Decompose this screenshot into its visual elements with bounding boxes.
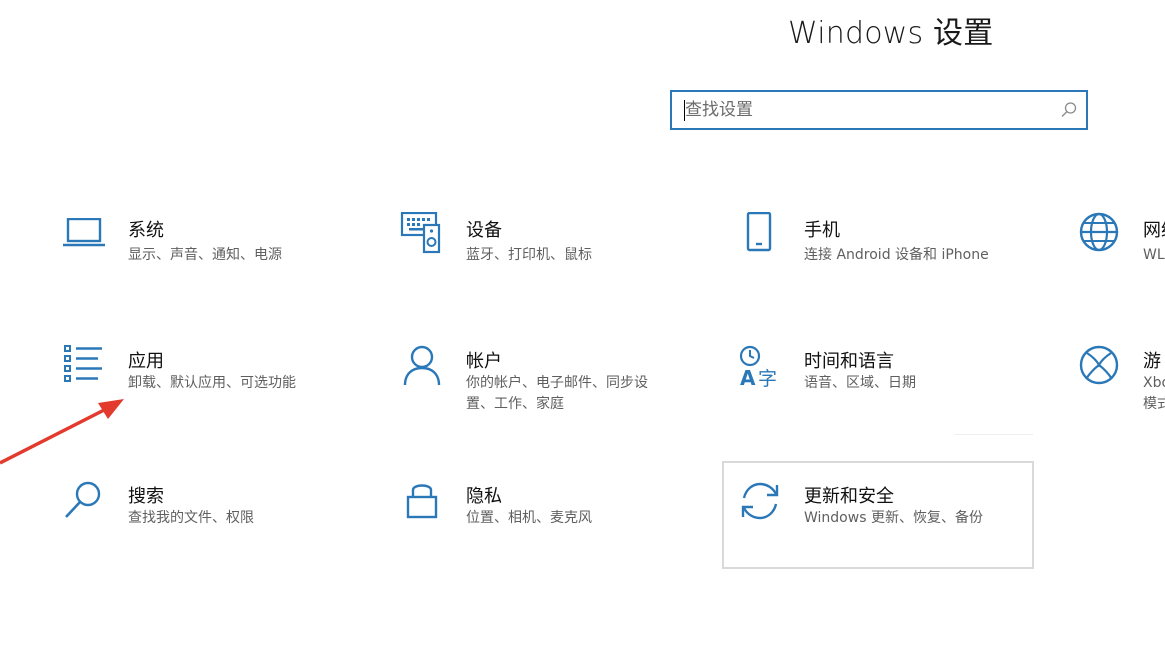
svg-text:字: 字 xyxy=(758,368,777,389)
search-magnifier-icon xyxy=(65,481,101,518)
tile-title: 网络 xyxy=(1143,220,1165,241)
tile-description: Xbo模式 xyxy=(1143,375,1165,412)
search-box[interactable] xyxy=(670,90,1088,130)
person-icon xyxy=(403,345,441,386)
tile-description: 蓝牙、打印机、鼠标 xyxy=(466,247,592,263)
tile-description: 位置、相机、麦克风 xyxy=(466,510,592,526)
lock-icon xyxy=(406,484,438,519)
settings-window: Windows 设置 系统 显示、声音、通知、电源 xyxy=(0,0,1165,650)
tile-phone[interactable]: 手机 连接 Android 设备和 iPhone xyxy=(738,212,1048,312)
tile-description: WL xyxy=(1143,247,1165,263)
time-language-icon: A 字 xyxy=(739,345,777,389)
tile-description: 连接 Android 设备和 iPhone xyxy=(804,247,989,263)
tile-devices[interactable]: 设备 蓝牙、打印机、鼠标 xyxy=(400,212,710,312)
tile-description: 语音、区域、日期 xyxy=(804,375,916,391)
tile-description: 查找我的文件、权限 xyxy=(128,510,254,526)
tile-title: 应用 xyxy=(128,351,164,372)
sync-icon xyxy=(741,482,779,520)
tile-search[interactable]: 搜索 查找我的文件、权限 xyxy=(62,480,372,580)
tile-description: 你的帐户、电子邮件、同步设置、工作、家庭 xyxy=(466,375,648,412)
tile-system[interactable]: 系统 显示、声音、通知、电源 xyxy=(62,218,372,318)
search-input[interactable] xyxy=(672,92,1055,128)
search-icon[interactable] xyxy=(1060,101,1078,119)
tile-gaming[interactable]: 游 Xbo模式 xyxy=(1077,345,1165,445)
globe-icon xyxy=(1079,212,1119,252)
tile-description: Windows 更新、恢复、备份 xyxy=(804,510,983,526)
tile-title: 手机 xyxy=(804,220,840,241)
tile-title: 设备 xyxy=(466,220,502,241)
text-caret xyxy=(684,100,685,121)
xbox-icon xyxy=(1079,345,1119,385)
tile-network[interactable]: 网络 WL xyxy=(1077,212,1165,312)
tile-title: 帐户 xyxy=(466,351,502,372)
tile-description: 卸载、默认应用、可选功能 xyxy=(128,375,296,391)
laptop-icon xyxy=(63,218,105,247)
tile-title: 时间和语言 xyxy=(804,351,894,372)
divider xyxy=(955,434,1033,435)
page-title: Windows 设置 xyxy=(788,16,994,51)
red-arrow-annotation xyxy=(0,399,124,465)
devices-icon xyxy=(400,212,441,254)
tile-time-language[interactable]: A 字 时间和语言 语音、区域、日期 xyxy=(738,345,1048,445)
tile-title: 隐私 xyxy=(466,486,502,507)
tile-title: 搜索 xyxy=(128,486,164,507)
tile-privacy[interactable]: 隐私 位置、相机、麦克风 xyxy=(400,480,710,580)
tile-accounts[interactable]: 帐户 你的帐户、电子邮件、同步设置、工作、家庭 xyxy=(400,345,710,445)
tile-title: 系统 xyxy=(128,220,164,241)
tile-description: 显示、声音、通知、电源 xyxy=(128,247,282,263)
tile-title: 游 xyxy=(1143,351,1161,372)
tile-update-security[interactable]: 更新和安全 Windows 更新、恢复、备份 xyxy=(722,461,1034,569)
svg-text:A: A xyxy=(740,366,756,389)
apps-list-icon xyxy=(64,345,102,382)
tile-title: 更新和安全 xyxy=(804,486,894,507)
phone-icon xyxy=(746,212,772,252)
